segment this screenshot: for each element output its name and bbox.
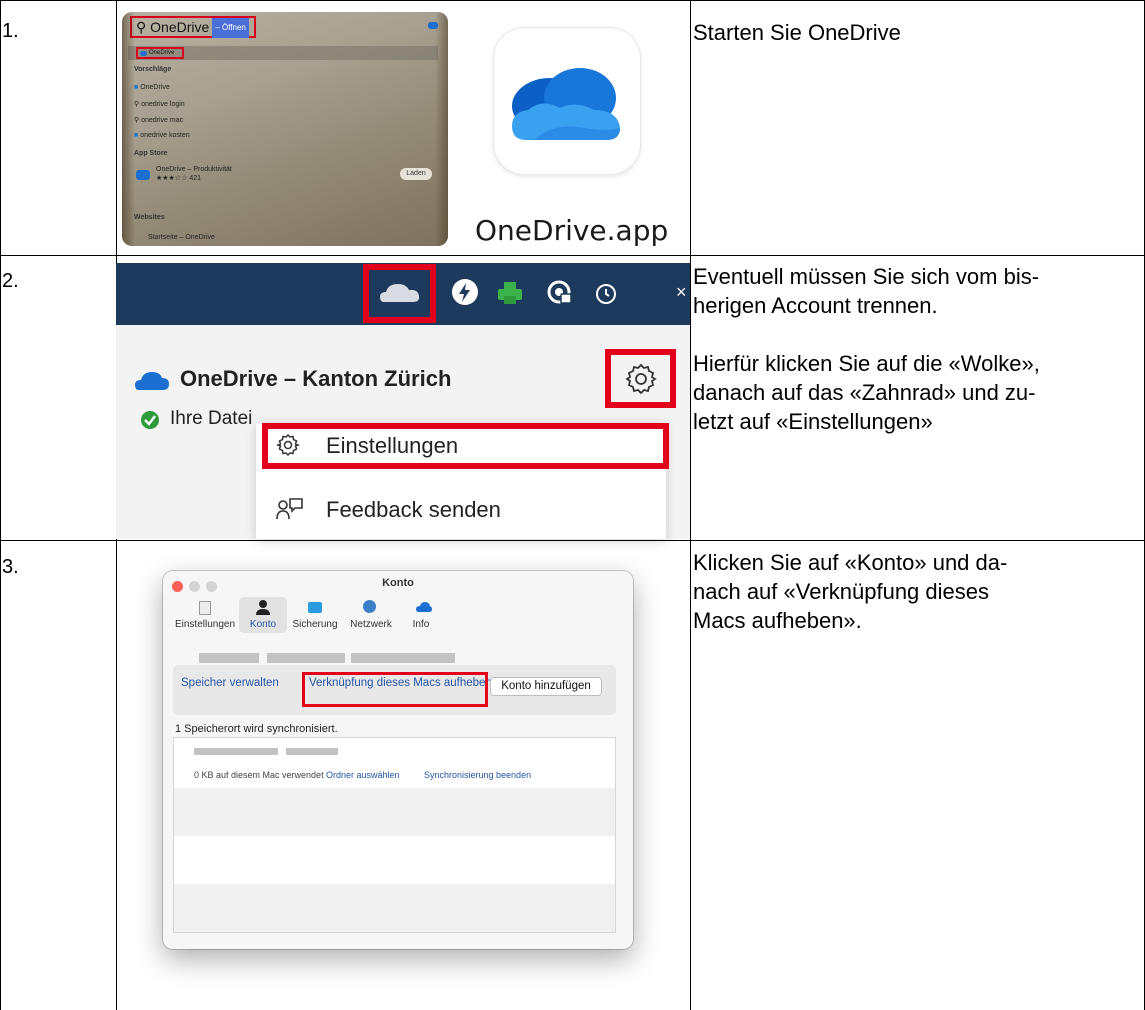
suggestion-item[interactable]: ■ OneDrive bbox=[134, 84, 170, 91]
tab-info[interactable]: Info bbox=[399, 619, 443, 630]
onedrive-logo-icon bbox=[512, 68, 620, 140]
time-machine-icon[interactable] bbox=[594, 282, 618, 306]
sync-label: 1 Speicherort wird synchronisiert. bbox=[175, 723, 338, 735]
section-heading: Websites bbox=[134, 214, 165, 221]
onedrive-cloud-icon[interactable] bbox=[378, 280, 422, 306]
top-hit-onedrive[interactable]: OneDrive bbox=[136, 47, 184, 59]
tab-network[interactable]: Netzwerk bbox=[347, 619, 395, 630]
stop-sync-link[interactable]: Synchronisierung beenden bbox=[424, 770, 531, 780]
onedrive-cloud-icon bbox=[428, 22, 438, 29]
step-description: Starten Sie OneDrive bbox=[693, 20, 901, 45]
appstore-item[interactable]: OneDrive – Produktivität bbox=[156, 166, 232, 173]
usage-text: 0 KB auf diesem Mac verwendet bbox=[194, 770, 324, 780]
preferences-window: Konto Einstellungen Konto Sicherung Netz… bbox=[163, 571, 633, 949]
person-icon bbox=[256, 600, 270, 615]
search-icon: ⚲ bbox=[136, 19, 147, 35]
spotlight-screenshot: ⚲ OneDrive – Öffnen OneDrive Vorschläge ■… bbox=[122, 12, 448, 246]
add-account-button[interactable]: Konto hinzufügen bbox=[490, 677, 602, 696]
onedrive-cloud-icon bbox=[135, 372, 169, 390]
onedrive-app-icon bbox=[136, 170, 150, 180]
onedrive-cloud-icon bbox=[140, 51, 147, 56]
checkmark-icon bbox=[141, 411, 159, 429]
globe-icon bbox=[363, 600, 376, 613]
search-icon: ⚲ bbox=[134, 117, 140, 124]
sync-status-text: Ihre Datei bbox=[170, 408, 253, 429]
spotlight-search-field[interactable]: ⚲ OneDrive – Öffnen bbox=[130, 16, 256, 38]
section-heading: App Store bbox=[134, 150, 168, 157]
get-button[interactable]: Laden bbox=[400, 168, 432, 180]
step-description: Klicken Sie auf «Konto» und da- nach auf… bbox=[693, 550, 1008, 633]
sync-location-list: 0 KB auf diesem Mac verwendet Ordner aus… bbox=[173, 737, 616, 933]
printer-icon[interactable] bbox=[496, 280, 524, 306]
onedrive-cloud-icon bbox=[416, 602, 432, 612]
window-title: Konto bbox=[382, 577, 414, 589]
appstore-rating: ★★★☆☆ 421 bbox=[156, 175, 202, 182]
vpn-lock-icon[interactable] bbox=[545, 278, 573, 306]
account-title: OneDrive – Kanton Zürich bbox=[180, 366, 452, 391]
website-item[interactable]: Startseite – OneDrive bbox=[148, 234, 215, 241]
gear-icon[interactable] bbox=[624, 362, 658, 396]
step-number: 2. bbox=[2, 270, 19, 292]
tab-backup[interactable]: Sicherung bbox=[289, 619, 341, 630]
folder-icon bbox=[308, 602, 322, 613]
lightning-icon[interactable] bbox=[451, 278, 479, 306]
tab-account[interactable]: Konto bbox=[239, 619, 287, 630]
open-badge: – Öffnen bbox=[212, 18, 249, 38]
suggestion-item[interactable]: ⚲ onedrive mac bbox=[134, 116, 183, 124]
onedrive-app-icon[interactable] bbox=[494, 28, 640, 174]
close-icon[interactable]: × bbox=[676, 282, 690, 304]
feedback-icon bbox=[276, 498, 303, 520]
step-description: Eventuell müssen Sie sich vom bis- herig… bbox=[693, 264, 1040, 434]
tab-settings[interactable]: Einstellungen bbox=[171, 619, 239, 630]
section-heading: Vorschläge bbox=[134, 66, 172, 73]
suggestion-item[interactable]: ⚲ onedrive login bbox=[134, 100, 185, 108]
highlight-box bbox=[262, 423, 669, 469]
choose-folders-link[interactable]: Ordner auswählen bbox=[326, 770, 400, 780]
manage-storage-link[interactable]: Speicher verwalten bbox=[181, 663, 279, 703]
step-number: 1. bbox=[2, 20, 19, 42]
suggestion-item[interactable]: ■ onedrive kosten bbox=[134, 132, 190, 139]
highlight-box bbox=[302, 672, 488, 707]
app-file-label: OneDrive.app bbox=[475, 214, 669, 247]
search-icon: ⚲ bbox=[134, 101, 140, 108]
menu-item-feedback[interactable]: Feedback senden bbox=[326, 497, 501, 523]
settings-icon bbox=[199, 601, 211, 615]
step-number: 3. bbox=[2, 556, 19, 578]
